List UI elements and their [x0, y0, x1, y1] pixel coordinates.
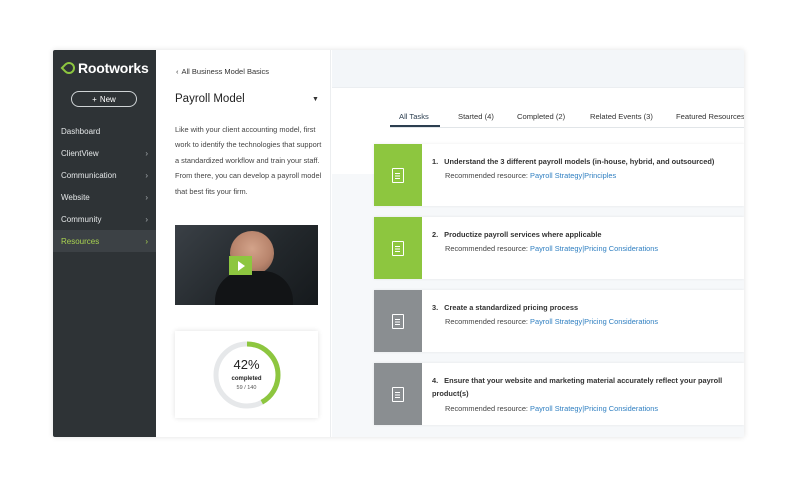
tab-all-tasks[interactable]: All Tasks	[399, 112, 429, 121]
tab-related-events[interactable]: Related Events (3)	[590, 112, 653, 121]
task-status-button[interactable]	[374, 144, 422, 206]
chevron-right-icon: ›	[145, 236, 148, 246]
new-button-label: New	[99, 94, 116, 104]
document-icon	[392, 167, 404, 183]
main-content: All Tasks Started (4) Completed (2) Rela…	[332, 50, 744, 437]
sidebar-nav: Dashboard ClientView › Communication › W…	[53, 120, 156, 252]
task-number: 4.	[432, 376, 439, 385]
resource-link[interactable]: Payroll Strategy	[530, 244, 582, 253]
task-status-button[interactable]	[374, 363, 422, 425]
plus-icon: +	[92, 94, 97, 104]
sidebar-item-label: ClientView	[61, 148, 99, 158]
task-card: 1. Understand the 3 different payroll mod…	[374, 144, 744, 206]
task-number: 3.	[432, 303, 439, 312]
sidebar-item-dashboard[interactable]: Dashboard	[53, 120, 156, 142]
caret-down-icon[interactable]: ▼	[312, 96, 319, 103]
task-title-text: Understand the 3 different payroll model…	[444, 157, 715, 166]
back-link[interactable]: ‹ All Business Model Basics	[176, 67, 269, 76]
task-status-button[interactable]	[374, 290, 422, 352]
sidebar-item-label: Communication	[61, 170, 117, 180]
brand-logo[interactable]: Rootworks	[60, 59, 149, 77]
progress-count: 59 / 140	[236, 385, 257, 391]
tab-featured-resources[interactable]: Featured Resources	[676, 112, 744, 121]
chevron-right-icon: ›	[145, 192, 148, 202]
task-card: 3. Create a standardized pricing process …	[374, 290, 744, 352]
progress-card: 42% completed 59 / 140	[175, 331, 318, 418]
resource-link[interactable]: Pricing Considerations	[584, 404, 658, 413]
task-title: 1. Understand the 3 different payroll mod…	[432, 155, 744, 168]
sidebar: Rootworks + New Dashboard ClientView › C…	[53, 50, 156, 437]
task-list: 1. Understand the 3 different payroll mod…	[374, 144, 744, 436]
back-link-label: All Business Model Basics	[181, 67, 270, 76]
chevron-right-icon: ›	[145, 148, 148, 158]
document-icon	[392, 240, 404, 256]
tab-divider	[390, 127, 744, 128]
task-card: 2. Productize payroll services where appl…	[374, 217, 744, 279]
document-icon	[392, 313, 404, 329]
tab-completed[interactable]: Completed (2)	[517, 112, 565, 121]
page-title: Payroll Model	[175, 93, 245, 105]
sidebar-item-clientview[interactable]: ClientView ›	[53, 142, 156, 164]
play-icon	[238, 260, 245, 271]
chevron-right-icon: ›	[145, 170, 148, 180]
progress-completed-label: completed	[231, 376, 262, 382]
sidebar-item-communication[interactable]: Communication ›	[53, 164, 156, 186]
task-resources: Recommended resource: Payroll Strategy|P…	[445, 171, 616, 180]
task-resources: Recommended resource: Payroll Strategy|P…	[445, 404, 658, 413]
task-title: 2. Productize payroll services where appl…	[432, 228, 744, 241]
leaf-icon	[60, 59, 78, 77]
sidebar-item-website[interactable]: Website ›	[53, 186, 156, 208]
resource-prefix: Recommended resource:	[445, 317, 528, 326]
resource-link[interactable]: Pricing Considerations	[584, 244, 658, 253]
task-number: 2.	[432, 230, 439, 239]
chevron-right-icon: ›	[145, 214, 148, 224]
resource-link[interactable]: Payroll Strategy	[530, 171, 582, 180]
resource-link[interactable]: Payroll Strategy	[530, 404, 582, 413]
resource-prefix: Recommended resource:	[445, 404, 528, 413]
chevron-left-icon: ‹	[176, 67, 179, 76]
progress-ring	[213, 341, 281, 409]
presenter-body	[215, 271, 293, 305]
resource-link[interactable]: Pricing Considerations	[584, 317, 658, 326]
sidebar-item-label: Dashboard	[61, 126, 101, 136]
task-resources: Recommended resource: Payroll Strategy|P…	[445, 317, 658, 326]
sidebar-item-label: Community	[61, 214, 102, 224]
new-button[interactable]: + New	[71, 91, 137, 107]
task-title: 3. Create a standardized pricing process	[432, 301, 744, 314]
task-title-text: Ensure that your website and marketing m…	[432, 376, 723, 398]
content-panel: ‹ All Business Model Basics Payroll Mode…	[156, 50, 331, 437]
task-status-button[interactable]	[374, 217, 422, 279]
task-title-text: Productize payroll services where applic…	[444, 230, 602, 239]
task-card: 4. Ensure that your website and marketing…	[374, 363, 744, 425]
video-thumbnail[interactable]	[175, 225, 318, 305]
brand-name: Rootworks	[78, 60, 149, 76]
task-number: 1.	[432, 157, 439, 166]
sidebar-item-resources[interactable]: Resources ›	[53, 230, 156, 252]
sidebar-item-label: Website	[61, 192, 90, 202]
progress-percent: 42%	[233, 357, 260, 372]
task-title-text: Create a standardized pricing process	[444, 303, 579, 312]
top-bar	[332, 50, 744, 88]
resource-link[interactable]: Payroll Strategy	[530, 317, 582, 326]
play-button[interactable]	[229, 256, 252, 275]
task-resources: Recommended resource: Payroll Strategy|P…	[445, 244, 658, 253]
resource-link[interactable]: Principles	[584, 171, 616, 180]
tab-started[interactable]: Started (4)	[458, 112, 494, 121]
resource-prefix: Recommended resource:	[445, 171, 528, 180]
app-window: Rootworks + New Dashboard ClientView › C…	[53, 50, 744, 437]
resource-prefix: Recommended resource:	[445, 244, 528, 253]
task-title: 4. Ensure that your website and marketing…	[432, 374, 744, 400]
active-tab-indicator	[390, 125, 440, 127]
sidebar-item-label: Resources	[61, 236, 100, 246]
sidebar-item-community[interactable]: Community ›	[53, 208, 156, 230]
page-description: Like with your client accounting model, …	[175, 125, 322, 196]
document-icon	[392, 386, 404, 402]
